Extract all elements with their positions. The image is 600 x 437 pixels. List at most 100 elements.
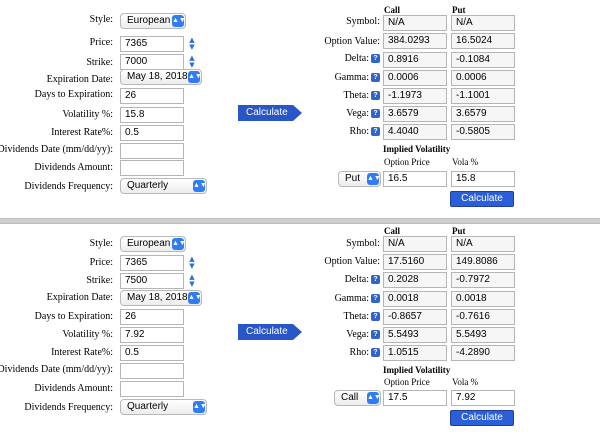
days-to-expiration-input[interactable]: 26 [120,309,184,325]
implied-type-select[interactable]: Put ▲▼ [338,171,381,187]
option-calculator-panel-2: Style: Price: Strike: Expiration Date: D… [0,224,600,437]
days-to-expiration-label: Days to Expiration: [34,89,113,100]
dividends-amount-label: Dividends Amount: [34,162,113,173]
question-icon[interactable]: ? [371,127,380,137]
dividends-date-input[interactable] [120,143,184,159]
interest-rate-input[interactable]: 0.5 [120,345,184,361]
option-value-label: Option Value: [324,36,380,47]
rho-label-text: Rho: [349,126,369,137]
delta-label-text: Delta: [344,53,369,64]
theta-label-text: Theta: [343,90,369,101]
implied-calculate-button[interactable]: Calculate [450,191,514,207]
dividends-amount-input[interactable] [120,381,184,397]
chevron-updown-icon: ▲▼ [367,392,381,404]
style-select[interactable]: European ▲▼ [120,236,186,252]
expiration-date-label: Expiration Date: [46,292,113,303]
vega-label-text: Vega: [346,329,369,340]
strike-label: Strike: [86,275,113,286]
price-stepper-icon[interactable]: ▲ ▼ [187,37,197,51]
put-delta: -0.1084 [451,52,515,68]
call-option-value: 17.5160 [383,254,447,270]
implied-volatility-heading: Implied Volatility [383,365,451,375]
strike-stepper-icon[interactable]: ▲ ▼ [187,55,197,69]
vola-label: Vola % [452,377,479,387]
style-label: Style: [89,14,113,25]
put-option-value: 16.5024 [451,33,515,49]
dividends-frequency-label: Dividends Frequency: [24,181,113,192]
vega-label: Vega:? [346,107,380,121]
gamma-label-text: Gamma: [334,72,369,83]
calculate-button[interactable]: Calculate [238,105,302,121]
strike-stepper-icon[interactable]: ▲ ▼ [187,274,197,288]
put-symbol: N/A [451,236,515,252]
call-vega: 5.5493 [383,327,447,343]
dividends-date-input[interactable] [120,363,184,379]
theta-label-text: Theta: [343,311,369,322]
strike-input[interactable]: 7500 [120,273,184,289]
days-to-expiration-input[interactable]: 26 [120,88,184,104]
put-gamma: 0.0018 [451,291,515,307]
dividends-date-label: Dividends Date (mm/dd/yy): [0,364,113,375]
question-icon[interactable]: ? [371,330,380,340]
expiration-date-value: May 18, 2018 [127,71,188,82]
calculate-button[interactable]: Calculate [238,324,302,340]
implied-option-price-input[interactable]: 16.5 [383,171,447,187]
dividends-amount-input[interactable] [120,160,184,176]
dividends-frequency-select[interactable]: Quarterly ▲▼ [120,399,207,415]
gamma-label-text: Gamma: [334,293,369,304]
delta-label: Delta:? [345,52,380,66]
expiration-date-label: Expiration Date: [46,74,113,85]
implied-option-price-input[interactable]: 17.5 [383,390,447,406]
call-gamma: 0.0018 [383,291,447,307]
option-price-label: Option Price [384,377,430,387]
rho-label-text: Rho: [349,347,369,358]
expiration-date-select[interactable]: May 18, 2018 ▲▼ [120,69,202,85]
expiration-date-select[interactable]: May 18, 2018 ▲▼ [120,290,202,306]
implied-vola-input[interactable]: 15.8 [451,171,515,187]
put-symbol: N/A [451,15,515,31]
theta-label: Theta:? [343,89,380,103]
implied-type-select[interactable]: Call ▲▼ [334,390,381,406]
dividends-date-label: Dividends Date (mm/dd/yy): [0,144,113,155]
question-icon[interactable]: ? [371,54,380,64]
implied-calculate-button[interactable]: Calculate [450,410,514,426]
chevron-updown-icon: ▲▼ [193,180,207,192]
chevron-updown-icon: ▲▼ [172,238,186,250]
call-rho: 4.4040 [383,124,447,140]
rho-label: Rho:? [350,125,380,139]
question-icon[interactable]: ? [371,275,380,285]
implied-type-value: Put [345,173,361,184]
question-icon[interactable]: ? [371,312,380,322]
implied-type-value: Call [341,392,359,403]
volatility-input[interactable]: 15.8 [120,107,184,123]
delta-label-text: Delta: [344,274,369,285]
question-icon[interactable]: ? [371,294,380,304]
volatility-label: Volatility %: [62,109,113,120]
question-icon[interactable]: ? [371,73,380,83]
dividends-amount-label: Dividends Amount: [34,383,113,394]
style-select[interactable]: European ▲▼ [120,13,186,29]
implied-vola-input[interactable]: 7.92 [451,390,515,406]
price-label: Price: [89,37,113,48]
price-stepper-icon[interactable]: ▲ ▼ [187,256,197,270]
question-icon[interactable]: ? [371,348,380,358]
chevron-updown-icon: ▲▼ [188,292,202,304]
vega-label-text: Vega: [346,108,369,119]
price-input[interactable]: 7365 [120,255,184,271]
strike-label: Strike: [86,57,113,68]
volatility-label: Volatility %: [62,329,113,340]
volatility-input[interactable]: 7.92 [120,327,184,343]
dividends-frequency-value: Quarterly [127,180,169,191]
interest-rate-label: Interest Rate%: [51,127,113,138]
style-label: Style: [89,238,113,249]
dividends-frequency-value: Quarterly [127,401,169,412]
chevron-updown-icon: ▲▼ [367,173,381,185]
dividends-frequency-select[interactable]: Quarterly ▲▼ [120,178,207,194]
strike-input[interactable]: 7000 [120,54,184,70]
chevron-updown-icon: ▲▼ [193,401,207,413]
interest-rate-input[interactable]: 0.5 [120,125,184,141]
price-input[interactable]: 7365 [120,36,184,52]
vega-label: Vega:? [346,328,380,342]
question-icon[interactable]: ? [371,109,380,119]
question-icon[interactable]: ? [371,91,380,101]
